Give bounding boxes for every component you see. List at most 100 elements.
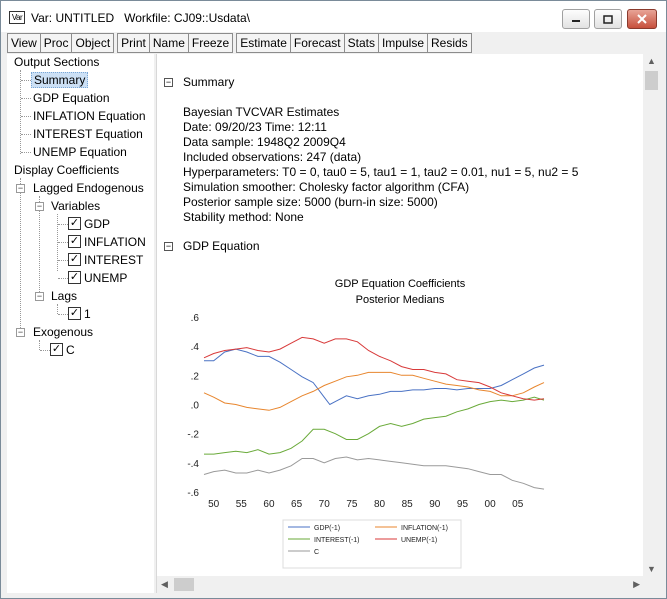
y-tick-label: -.2 (187, 430, 199, 441)
maximize-button[interactable] (594, 9, 622, 29)
x-tick-label: 00 (485, 499, 497, 510)
legend-label: INFLATION(-1) (401, 525, 448, 532)
collapse-lags-icon[interactable]: − (35, 292, 44, 301)
chart-title: GDP Equation Coefficients (335, 278, 466, 290)
collapse-lagged-icon[interactable]: − (16, 184, 25, 193)
x-tick-label: 55 (236, 499, 248, 510)
output-tree: Output Sections Summary GDP Equation INF… (7, 54, 154, 593)
summary-line: Included observations: 247 (data) (183, 150, 362, 164)
tree-var-inflation: INFLATION (84, 235, 146, 249)
summary-line: Date: 09/20/23 Time: 12:11 (183, 120, 327, 134)
tree-lags[interactable]: Lags (51, 289, 77, 303)
x-tick-label: 70 (319, 499, 331, 510)
legend-label: UNEMP(-1) (401, 537, 437, 544)
tree-interest-equation[interactable]: INTEREST Equation (33, 127, 143, 141)
y-tick-label: .2 (191, 371, 200, 382)
legend-label: INTEREST(-1) (314, 537, 360, 544)
lag-1-checkbox[interactable]: ✓ (68, 307, 81, 320)
scroll-up-icon[interactable]: ▲ (647, 56, 656, 66)
close-button[interactable] (627, 9, 657, 29)
tree-inflation-equation[interactable]: INFLATION Equation (33, 109, 146, 123)
collapse-icon[interactable]: − (164, 242, 173, 251)
tree-unemp-equation[interactable]: UNEMP Equation (33, 145, 127, 159)
tree-exogenous[interactable]: Exogenous (33, 325, 93, 339)
maximize-icon (603, 14, 613, 24)
y-tick-label: .0 (191, 401, 200, 412)
impulse-button[interactable]: Impulse (377, 33, 428, 53)
minimize-icon (572, 20, 580, 22)
scroll-right-icon[interactable]: ▶ (633, 579, 640, 590)
minimize-button[interactable] (562, 9, 590, 29)
x-tick-label: 90 (429, 499, 441, 510)
summary-header-label: Summary (183, 75, 235, 89)
summary-line: Hyperparameters: T0 = 0, tau0 = 5, tau1 … (183, 165, 579, 179)
forecast-button[interactable]: Forecast (289, 33, 345, 53)
tree-exo-c: C (66, 343, 75, 357)
summary-section-header[interactable]: − Summary (164, 75, 234, 89)
tree-output-sections[interactable]: Output Sections (14, 55, 99, 69)
tree-var-unemp: UNEMP (84, 271, 128, 285)
view-button[interactable]: View (7, 33, 41, 53)
collapse-variables-icon[interactable]: − (35, 202, 44, 211)
x-tick-label: 80 (374, 499, 386, 510)
horizontal-scroll-thumb[interactable] (174, 578, 194, 591)
summary-line: Stability method: None (183, 210, 304, 224)
vertical-scroll-thumb[interactable] (645, 71, 658, 90)
var-app-icon: Var (9, 11, 25, 24)
vertical-scrollbar[interactable]: ▲ ▼ (643, 54, 660, 576)
exo-c-checkbox[interactable]: ✓ (50, 343, 63, 356)
y-tick-label: -.4 (187, 459, 199, 470)
tree-variables[interactable]: Variables (51, 199, 100, 213)
summary-line: Bayesian TVCVAR Estimates (183, 105, 340, 119)
x-tick-label: 60 (263, 499, 275, 510)
resids-button[interactable]: Resids (427, 33, 472, 53)
scroll-left-icon[interactable]: ◀ (161, 579, 168, 590)
x-tick-label: 85 (402, 499, 414, 510)
legend-label: C (314, 549, 319, 556)
x-tick-label: 75 (346, 499, 358, 510)
unemp-checkbox[interactable]: ✓ (68, 271, 81, 284)
horizontal-scrollbar[interactable]: ◀ ▶ (157, 576, 644, 593)
window-title: Var: UNTITLED Workfile: CJ09::Usdata\ (31, 11, 250, 25)
x-tick-label: 05 (512, 499, 524, 510)
summary-line: Data sample: 1948Q2 2009Q4 (183, 135, 346, 149)
title-bar[interactable]: Var Var: UNTITLED Workfile: CJ09::Usdata… (1, 1, 666, 32)
collapse-exogenous-icon[interactable]: − (16, 328, 25, 337)
toolbar: View Proc Object Print Name Freeze Estim… (7, 33, 472, 53)
stats-button[interactable]: Stats (343, 33, 379, 53)
x-tick-label: 50 (208, 499, 220, 510)
object-button[interactable]: Object (71, 33, 115, 53)
y-tick-label: -.6 (187, 488, 199, 499)
gdp-coefficients-chart: GDP Equation Coefficients Posterior Medi… (187, 278, 545, 569)
tree-gdp-equation[interactable]: GDP Equation (33, 91, 110, 105)
chart-subtitle: Posterior Medians (356, 294, 445, 306)
scroll-corner (643, 576, 660, 593)
interest-checkbox[interactable]: ✓ (68, 253, 81, 266)
inflation-checkbox[interactable]: ✓ (68, 235, 81, 248)
var-window: Var Var: UNTITLED Workfile: CJ09::Usdata… (0, 0, 667, 599)
tree-var-interest: INTEREST (84, 253, 144, 267)
gdp-header-label: GDP Equation (183, 239, 260, 253)
tree-display-coefficients[interactable]: Display Coefficients (14, 163, 119, 177)
tree-summary[interactable]: Summary (31, 72, 89, 88)
legend-label: GDP(-1) (314, 525, 340, 532)
close-icon (637, 14, 647, 24)
summary-line: Posterior sample size: 5000 (burn-in siz… (183, 195, 438, 209)
tree-lagged-endogenous[interactable]: Lagged Endogenous (33, 181, 144, 195)
proc-button[interactable]: Proc (39, 33, 73, 53)
summary-line: Simulation smoother: Cholesky factor alg… (183, 180, 470, 194)
print-button[interactable]: Print (117, 33, 150, 53)
y-tick-label: .4 (191, 342, 200, 353)
tree-lag-1: 1 (84, 307, 91, 321)
x-tick-label: 65 (291, 499, 303, 510)
collapse-icon[interactable]: − (164, 78, 173, 87)
gdp-checkbox[interactable]: ✓ (68, 217, 81, 230)
tree-var-gdp: GDP (84, 217, 111, 231)
x-tick-label: 95 (457, 499, 469, 510)
scroll-down-icon[interactable]: ▼ (647, 564, 656, 574)
estimate-button[interactable]: Estimate (236, 33, 291, 53)
output-pane: − Summary Bayesian TVCVAR Estimates Date:… (156, 54, 660, 593)
freeze-button[interactable]: Freeze (187, 33, 234, 53)
name-button[interactable]: Name (148, 33, 189, 53)
gdp-section-header[interactable]: − GDP Equation (164, 239, 260, 253)
